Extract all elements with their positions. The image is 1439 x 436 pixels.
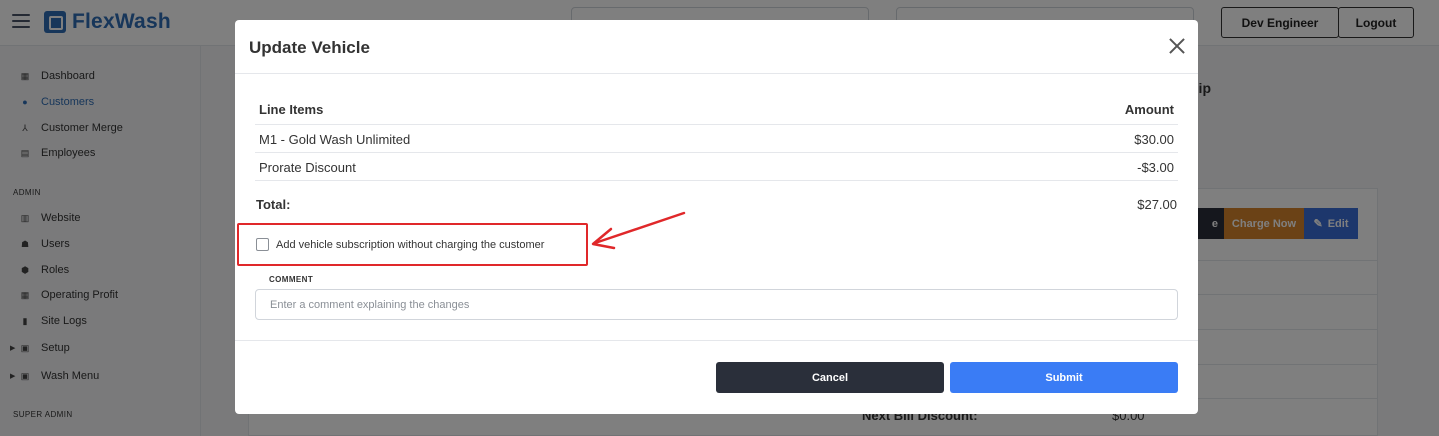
comment-label: COMMENT [269,275,314,284]
header-line-items: Line Items [259,102,324,117]
annotation-arrow-icon [591,211,686,250]
table-header: Line Items Amount [255,95,1178,125]
table-row: M1 - Gold Wash Unlimited $30.00 [255,125,1178,153]
comment-input[interactable] [255,289,1178,320]
line-items-table: Line Items Amount M1 - Gold Wash Unlimit… [255,95,1178,181]
no-charge-checkbox[interactable] [256,238,269,251]
close-icon[interactable] [1169,38,1185,54]
modal-footer-divider [235,340,1198,341]
line-item-name: M1 - Gold Wash Unlimited [259,132,411,147]
line-item-amount: $30.00 [1134,132,1174,147]
total-value: $27.00 [1137,197,1177,212]
modal-header: Update Vehicle [235,20,1198,74]
line-item-name: Prorate Discount [259,160,356,175]
header-amount: Amount [1124,102,1174,117]
cancel-button[interactable]: Cancel [716,362,944,393]
line-item-amount: -$3.00 [1137,160,1174,175]
total-label: Total: [256,197,291,212]
update-vehicle-modal: Update Vehicle Line Items Amount M1 - Go… [235,20,1198,414]
modal-title: Update Vehicle [249,38,370,57]
no-charge-checkbox-label[interactable]: Add vehicle subscription without chargin… [276,239,544,251]
table-row: Prorate Discount -$3.00 [255,153,1178,181]
submit-button[interactable]: Submit [950,362,1178,393]
